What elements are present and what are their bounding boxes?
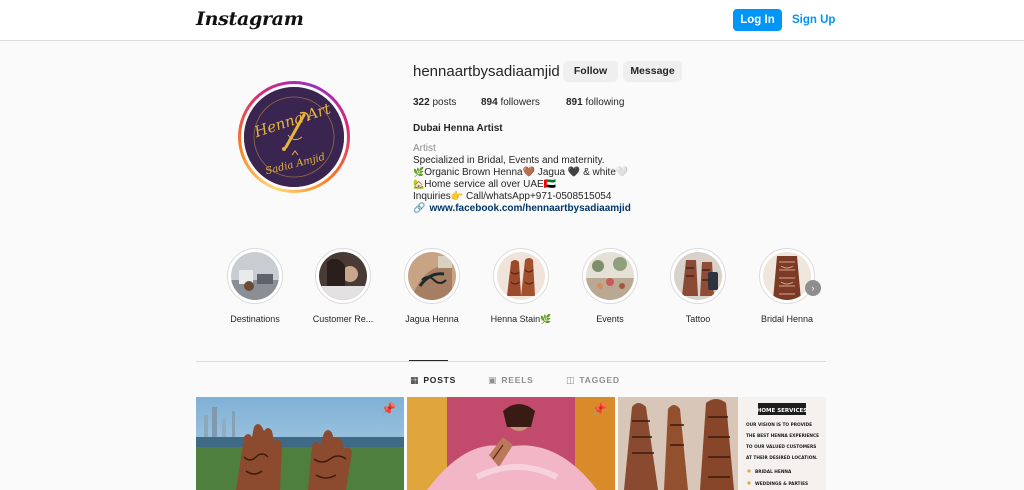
posts-label: posts: [432, 97, 457, 108]
post-image: [196, 397, 404, 490]
tab-label: POSTS: [423, 375, 457, 385]
top-nav-bar: Instagram Log In Sign Up: [0, 0, 1024, 41]
tab-tagged[interactable]: ◫ TAGGED: [566, 375, 620, 386]
story-ring[interactable]: Henna Art Sadia Amjid: [238, 81, 350, 193]
highlight-ring: [493, 248, 549, 304]
post-overlay-line: AT THEIR DESIRED LOCATION.: [746, 455, 818, 461]
highlight-destinations[interactable]: Destinations: [215, 248, 295, 324]
highlight-ring: [582, 248, 638, 304]
pin-icon: 📌: [381, 402, 396, 416]
highlight-events[interactable]: Events: [570, 248, 650, 324]
active-tab-indicator: [409, 360, 448, 361]
herb-icon: 🌿: [413, 168, 425, 178]
profile-display-name: Dubai Henna Artist: [413, 123, 503, 134]
tab-label: TAGGED: [579, 375, 620, 385]
highlight-label: Jagua Henna: [405, 314, 459, 324]
bio-line: 🌿Organic Brown Henna🤎 Jagua 🖤 & white🤍: [413, 167, 628, 178]
following-count[interactable]: 891 following: [566, 97, 624, 108]
highlight-label: Henna Stain🌿: [490, 314, 552, 324]
highlight-label: Destinations: [230, 314, 280, 324]
highlight-jagua-henna[interactable]: Jagua Henna: [392, 248, 472, 324]
highlight-label: Customer Re...: [312, 314, 374, 324]
follow-button[interactable]: Follow: [563, 61, 618, 82]
post-image: HOME SERVICES OUR VISION IS TO PROVIDE T…: [618, 397, 826, 490]
bio-line: Specialized in Bridal, Events and matern…: [413, 155, 605, 166]
post-overlay-bullet: BRIDAL HENNA: [755, 469, 792, 475]
message-button[interactable]: Message: [623, 61, 682, 82]
followers-count[interactable]: 894 followers: [481, 97, 540, 108]
highlight-label: Tattoo: [685, 314, 711, 324]
bio-line: Inquiries👉 Call/whatsApp+971-0508515054: [413, 191, 612, 202]
bio-external-link[interactable]: 🔗 www.facebook.com/hennaartbysadiaamjid: [413, 203, 631, 214]
tab-posts[interactable]: ▦ POSTS: [410, 375, 456, 386]
highlight-cover: [674, 252, 722, 300]
tab-divider: [196, 361, 826, 362]
bio-text: Organic Brown Henna🤎 Jagua 🖤 & white🤍: [424, 167, 629, 178]
bio-line: 🏡Home service all over UAE🇦🇪: [413, 179, 556, 190]
post-overlay-line: TO OUR VALUED CUSTOMERS: [746, 444, 816, 450]
following-number: 891: [566, 97, 583, 108]
avatar-logo-image: Henna Art Sadia Amjid: [244, 87, 344, 187]
post-tile[interactable]: 📌: [407, 397, 615, 490]
tagged-icon: ◫: [566, 375, 576, 385]
highlight-cover: [408, 252, 456, 300]
profile-username: hennaartbysadiaamjid: [413, 63, 560, 80]
signup-link[interactable]: Sign Up: [792, 9, 835, 31]
highlight-ring: [404, 248, 460, 304]
bio-text: Home service all over UAE🇦🇪: [424, 179, 557, 190]
highlight-cover: [763, 252, 811, 300]
highlight-henna-stain[interactable]: Henna Stain🌿: [481, 248, 561, 325]
grid-icon: ▦: [410, 375, 420, 385]
post-overlay-bullet: WEDDINGS & PARTIES: [755, 481, 808, 487]
reels-icon: ▣: [488, 375, 498, 385]
login-button[interactable]: Log In: [733, 9, 782, 31]
highlight-cover: [586, 252, 634, 300]
post-overlay-line: OUR VISION IS TO PROVIDE: [746, 422, 812, 428]
highlight-tattoo[interactable]: Tattoo: [658, 248, 738, 324]
post-image: [407, 397, 615, 490]
pin-icon: 📌: [592, 402, 607, 416]
highlight-customer-reviews[interactable]: Customer Re...: [303, 248, 383, 324]
highlight-label: Bridal Henna: [760, 314, 814, 324]
post-tile[interactable]: HOME SERVICES OUR VISION IS TO PROVIDE T…: [618, 397, 826, 490]
highlight-ring: [227, 248, 283, 304]
link-icon: 🔗: [413, 203, 426, 214]
tab-reels[interactable]: ▣ REELS: [488, 375, 534, 386]
post-tile[interactable]: 📌: [196, 397, 404, 490]
highlight-ring: [670, 248, 726, 304]
highlight-cover: [497, 252, 545, 300]
following-label: following: [585, 97, 625, 108]
highlight-cover: [319, 252, 367, 300]
tab-label: REELS: [501, 375, 534, 385]
chevron-right-icon[interactable]: ›: [805, 280, 821, 296]
followers-number: 894: [481, 97, 498, 108]
highlight-cover: [231, 252, 279, 300]
posts-count: 322 posts: [413, 97, 456, 108]
post-overlay-line: THE BEST HENNA EXPERIENCE: [746, 433, 819, 439]
highlight-ring: [759, 248, 815, 304]
followers-label: followers: [500, 97, 540, 108]
profile-category: Artist: [413, 143, 436, 154]
instagram-logo[interactable]: Instagram: [196, 8, 304, 30]
highlight-ring: [315, 248, 371, 304]
posts-number: 322: [413, 97, 430, 108]
highlight-label: Events: [596, 314, 624, 324]
house-icon: 🏡: [413, 180, 425, 190]
bio-link-text[interactable]: www.facebook.com/hennaartbysadiaamjid: [429, 203, 630, 214]
post-overlay-title: HOME SERVICES: [757, 408, 807, 414]
avatar[interactable]: Henna Art Sadia Amjid: [244, 87, 344, 187]
